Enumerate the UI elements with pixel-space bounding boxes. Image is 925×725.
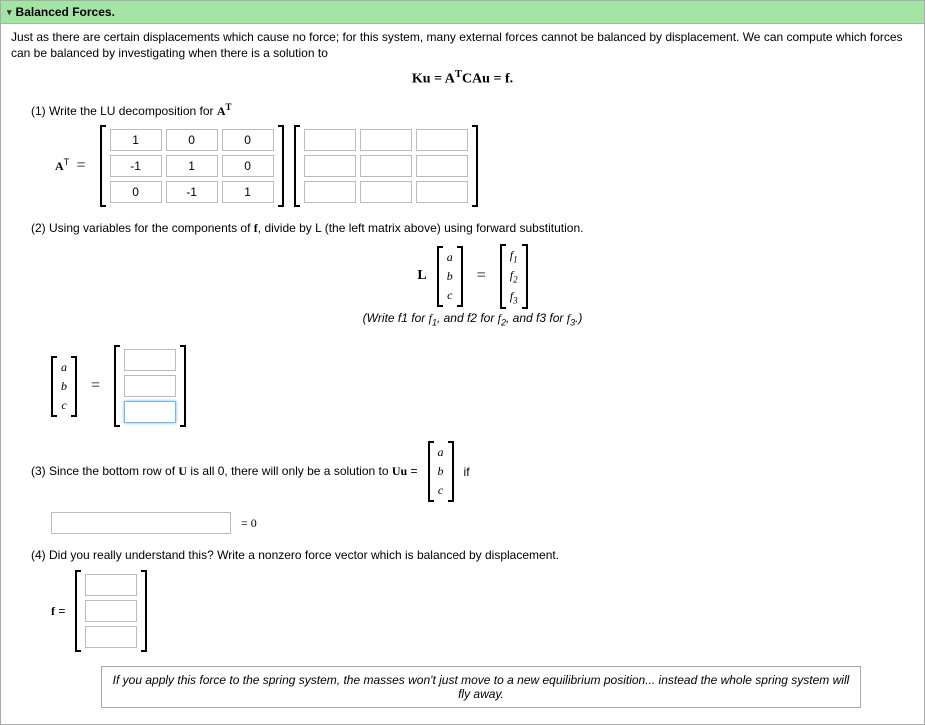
panel-title: Balanced Forces. bbox=[16, 5, 115, 19]
q1-l-22[interactable] bbox=[222, 181, 274, 203]
question-2: (2) Using variables for the components o… bbox=[31, 221, 914, 428]
q1-l-10[interactable] bbox=[110, 155, 162, 177]
panel-header[interactable]: ▾ Balanced Forces. bbox=[1, 1, 924, 24]
q3-condition-input[interactable] bbox=[51, 512, 231, 534]
q2-hint: (Write f1 for f1, and f2 for f2, and f3 … bbox=[31, 311, 914, 327]
q3-equals-zero: = 0 bbox=[241, 516, 257, 531]
q1-u-10[interactable] bbox=[304, 155, 356, 177]
main-equation: Ku = ATCAu = f. bbox=[11, 69, 914, 88]
q2-f-vec: f1 f2 f3 bbox=[500, 244, 528, 309]
q4-f-label: f = bbox=[51, 604, 65, 619]
question-3: (3) Since the bottom row of U is all 0, … bbox=[31, 441, 914, 534]
q4-f-vec bbox=[75, 570, 147, 652]
q2-ans-c[interactable] bbox=[124, 401, 176, 423]
panel-body: Just as there are certain displacements … bbox=[1, 24, 924, 724]
q1-l-matrix bbox=[100, 125, 284, 207]
q4-f1[interactable] bbox=[85, 574, 137, 596]
q3-prompt: (3) Since the bottom row of U is all 0, … bbox=[31, 464, 418, 479]
q1-u-matrix bbox=[294, 125, 478, 207]
q4-prompt: (4) Did you really understand this? Writ… bbox=[31, 548, 914, 562]
question-1: (1) Write the LU decomposition for AT AT… bbox=[31, 102, 914, 207]
q1-l-02[interactable] bbox=[222, 129, 274, 151]
q1-lhs-label: AT = bbox=[55, 157, 90, 175]
q2-ans-b[interactable] bbox=[124, 375, 176, 397]
q1-u-11[interactable] bbox=[360, 155, 412, 177]
q2-L-label: L bbox=[417, 268, 426, 284]
q1-l-11[interactable] bbox=[166, 155, 218, 177]
q1-u-21[interactable] bbox=[360, 181, 412, 203]
q1-prompt: (1) Write the LU decomposition for AT bbox=[31, 102, 914, 119]
q1-u-20[interactable] bbox=[304, 181, 356, 203]
q2-prompt: (2) Using variables for the components o… bbox=[31, 221, 914, 236]
q3-abc-vec: a b c bbox=[428, 441, 454, 502]
q1-u-00[interactable] bbox=[304, 129, 356, 151]
q4-f3[interactable] bbox=[85, 626, 137, 648]
q1-u-12[interactable] bbox=[416, 155, 468, 177]
note-box: If you apply this force to the spring sy… bbox=[101, 666, 861, 708]
collapse-icon[interactable]: ▾ bbox=[7, 7, 12, 18]
q1-l-12[interactable] bbox=[222, 155, 274, 177]
question-4: (4) Did you really understand this? Writ… bbox=[31, 548, 914, 652]
q4-f2[interactable] bbox=[85, 600, 137, 622]
q3-if: if bbox=[464, 465, 470, 479]
q2-abc-vec: a b c bbox=[437, 246, 463, 307]
q1-u-02[interactable] bbox=[416, 129, 468, 151]
q2-answer-vec bbox=[114, 345, 186, 427]
q2-abc-left: a b c bbox=[51, 356, 77, 417]
q1-l-00[interactable] bbox=[110, 129, 162, 151]
q2-ans-a[interactable] bbox=[124, 349, 176, 371]
q1-l-01[interactable] bbox=[166, 129, 218, 151]
q1-u-01[interactable] bbox=[360, 129, 412, 151]
q1-l-21[interactable] bbox=[166, 181, 218, 203]
intro-text: Just as there are certain displacements … bbox=[11, 30, 914, 61]
q1-l-20[interactable] bbox=[110, 181, 162, 203]
problem-panel: ▾ Balanced Forces. Just as there are cer… bbox=[0, 0, 925, 725]
q1-u-22[interactable] bbox=[416, 181, 468, 203]
